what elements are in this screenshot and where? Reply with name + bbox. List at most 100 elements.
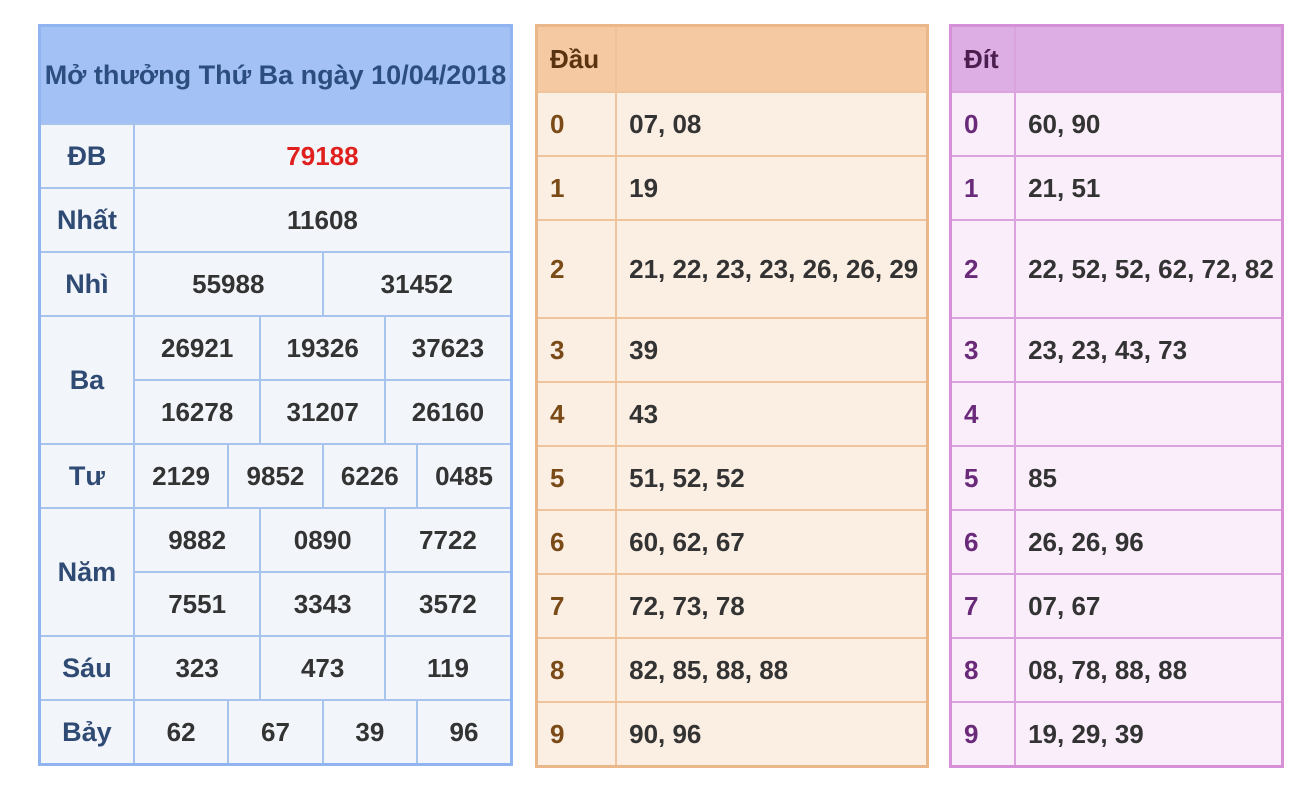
dit-key: 8 bbox=[949, 637, 1017, 703]
dau-key: 8 bbox=[535, 637, 618, 703]
prize-nhat-number: 11608 bbox=[132, 187, 513, 253]
prize-nhi-number: 31452 bbox=[321, 251, 513, 317]
prize-tu-number: 6226 bbox=[321, 443, 419, 509]
table-row: 2 22, 52, 52, 62, 72, 82 bbox=[949, 219, 1284, 319]
prize-label-bay: Bảy bbox=[38, 699, 135, 766]
prize-bay-number: 67 bbox=[227, 699, 324, 766]
prize-bay-number: 39 bbox=[321, 699, 419, 766]
prize-nam-number: 3572 bbox=[383, 571, 513, 637]
dit-key: 7 bbox=[949, 573, 1017, 639]
dit-values: 60, 90 bbox=[1014, 91, 1284, 157]
dit-key: 9 bbox=[949, 701, 1017, 768]
prize-label-tu: Tư bbox=[38, 443, 135, 509]
prize-tu-number: 9852 bbox=[227, 443, 324, 509]
prize-ba-number: 37623 bbox=[383, 315, 513, 381]
dit-key: 5 bbox=[949, 445, 1017, 511]
prize-nam-number: 3343 bbox=[259, 571, 386, 637]
prize-nam-number: 7551 bbox=[132, 571, 262, 637]
table-row: 6 26, 26, 96 bbox=[949, 509, 1284, 575]
table-row: 1 19 bbox=[535, 155, 929, 221]
dit-values: 07, 67 bbox=[1014, 573, 1284, 639]
dau-values: 90, 96 bbox=[615, 701, 929, 768]
dit-key: 0 bbox=[949, 91, 1017, 157]
dit-key: 1 bbox=[949, 155, 1017, 221]
prize-sau-number: 119 bbox=[383, 635, 513, 701]
prize-nam-number: 0890 bbox=[259, 507, 386, 573]
table-row: 6 60, 62, 67 bbox=[535, 509, 929, 575]
table-row: 4 bbox=[949, 381, 1284, 447]
prize-label-nhat: Nhất bbox=[38, 187, 135, 253]
prize-nhi-number: 55988 bbox=[132, 251, 324, 317]
prize-sau-number: 323 bbox=[132, 635, 262, 701]
dit-key: 3 bbox=[949, 317, 1017, 383]
dit-key: 2 bbox=[949, 219, 1017, 319]
dau-header: Đầu bbox=[535, 24, 618, 93]
table-row: 9 19, 29, 39 bbox=[949, 701, 1284, 768]
dau-values: 51, 52, 52 bbox=[615, 445, 929, 511]
table-row: 5 85 bbox=[949, 445, 1284, 511]
dau-key: 3 bbox=[535, 317, 618, 383]
dau-key: 1 bbox=[535, 155, 618, 221]
table-row: 3 23, 23, 43, 73 bbox=[949, 317, 1284, 383]
table-row: 8 82, 85, 88, 88 bbox=[535, 637, 929, 703]
dit-values: 85 bbox=[1014, 445, 1284, 511]
prize-bay-number: 96 bbox=[416, 699, 513, 766]
dau-key: 5 bbox=[535, 445, 618, 511]
results-title: Mở thưởng Thứ Ba ngày 10/04/2018 bbox=[38, 24, 513, 125]
dau-values: 60, 62, 67 bbox=[615, 509, 929, 575]
prize-bay-number: 62 bbox=[132, 699, 230, 766]
prize-nam-number: 7722 bbox=[383, 507, 513, 573]
dit-values: 21, 51 bbox=[1014, 155, 1284, 221]
table-row: 4 43 bbox=[535, 381, 929, 447]
prize-ba-number: 26921 bbox=[132, 315, 262, 381]
dit-header-value bbox=[1014, 24, 1284, 93]
prize-db-number: 79188 bbox=[132, 123, 513, 189]
dau-key: 0 bbox=[535, 91, 618, 157]
dau-values: 72, 73, 78 bbox=[615, 573, 929, 639]
dit-values: 08, 78, 88, 88 bbox=[1014, 637, 1284, 703]
prize-label-ba: Ba bbox=[38, 315, 135, 445]
dau-values: 82, 85, 88, 88 bbox=[615, 637, 929, 703]
dau-table: Đầu 0 07, 08 1 19 2 21, 22, 23, 23, 26, 26,… bbox=[535, 24, 929, 768]
prize-sau-number: 473 bbox=[259, 635, 386, 701]
dit-values: 23, 23, 43, 73 bbox=[1014, 317, 1284, 383]
table-row: 7 72, 73, 78 bbox=[535, 573, 929, 639]
prize-label-nam: Năm bbox=[38, 507, 135, 637]
dau-key: 9 bbox=[535, 701, 618, 768]
dit-values bbox=[1014, 381, 1284, 447]
dau-header-value bbox=[615, 24, 929, 93]
table-row: 0 07, 08 bbox=[535, 91, 929, 157]
prize-tu-number: 0485 bbox=[416, 443, 513, 509]
results-table: Mở thưởng Thứ Ba ngày 10/04/2018 ĐB 7918… bbox=[38, 24, 513, 766]
dit-values: 26, 26, 96 bbox=[1014, 509, 1284, 575]
prize-ba-number: 31207 bbox=[259, 379, 386, 445]
prize-label-sau: Sáu bbox=[38, 635, 135, 701]
prize-ba-number: 26160 bbox=[383, 379, 513, 445]
prize-nam-number: 9882 bbox=[132, 507, 262, 573]
dau-values: 21, 22, 23, 23, 26, 26, 29 bbox=[615, 219, 929, 319]
prize-label-db: ĐB bbox=[38, 123, 135, 189]
dit-header: Đít bbox=[949, 24, 1017, 93]
prize-ba-number: 16278 bbox=[132, 379, 262, 445]
prize-label-nhi: Nhì bbox=[38, 251, 135, 317]
dau-key: 2 bbox=[535, 219, 618, 319]
dit-values: 22, 52, 52, 62, 72, 82 bbox=[1014, 219, 1284, 319]
dau-values: 39 bbox=[615, 317, 929, 383]
table-row: 2 21, 22, 23, 23, 26, 26, 29 bbox=[535, 219, 929, 319]
table-row: 9 90, 96 bbox=[535, 701, 929, 768]
dau-values: 19 bbox=[615, 155, 929, 221]
table-row: 1 21, 51 bbox=[949, 155, 1284, 221]
dau-key: 6 bbox=[535, 509, 618, 575]
table-row: 3 39 bbox=[535, 317, 929, 383]
dau-key: 7 bbox=[535, 573, 618, 639]
dit-table: Đít 0 60, 90 1 21, 51 2 22, 52, 52, 62, 72,… bbox=[949, 24, 1284, 768]
table-row: 0 60, 90 bbox=[949, 91, 1284, 157]
dau-values: 43 bbox=[615, 381, 929, 447]
prize-ba-number: 19326 bbox=[259, 315, 386, 381]
dit-key: 4 bbox=[949, 381, 1017, 447]
dau-values: 07, 08 bbox=[615, 91, 929, 157]
dit-values: 19, 29, 39 bbox=[1014, 701, 1284, 768]
table-row: 5 51, 52, 52 bbox=[535, 445, 929, 511]
table-row: 8 08, 78, 88, 88 bbox=[949, 637, 1284, 703]
table-row: 7 07, 67 bbox=[949, 573, 1284, 639]
